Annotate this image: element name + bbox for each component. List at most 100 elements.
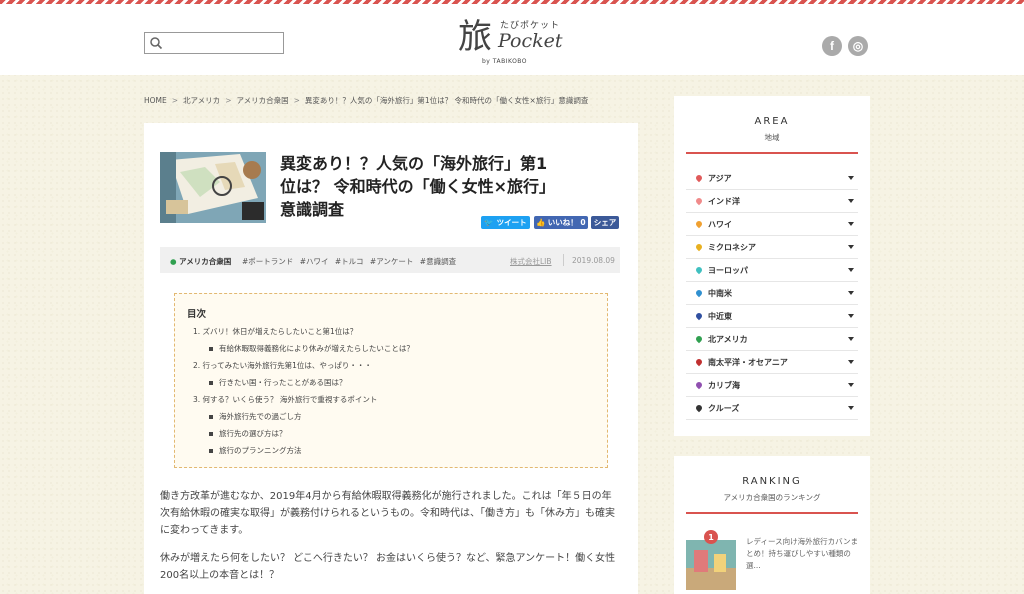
- tag-link[interactable]: #トルコ: [335, 257, 364, 266]
- meta-area[interactable]: ● アメリカ合衆国: [170, 256, 231, 267]
- bullet-icon: [209, 347, 213, 351]
- toc-item[interactable]: 1. ズバリ！休日が増えたらしたいこと第1位は？: [193, 326, 357, 337]
- map-pin-icon: ●: [170, 257, 177, 266]
- area-item-label: 中南米: [708, 289, 732, 298]
- facebook-icon[interactable]: f: [822, 36, 842, 56]
- area-item[interactable]: 北アメリカ: [686, 328, 858, 351]
- area-item[interactable]: クルーズ: [686, 397, 858, 420]
- bullet-icon: [209, 381, 213, 385]
- area-item[interactable]: インド洋: [686, 190, 858, 213]
- article-title: 異変あり！？人気の「海外旅行」第1 位は？ 令和時代の「働く女性×旅行」 意識調…: [280, 152, 620, 221]
- toc-item[interactable]: 3. 何する？いくら使う？ 海外旅行で重視するポイント: [193, 394, 377, 405]
- chevron-down-icon[interactable]: [848, 222, 854, 226]
- area-item[interactable]: 南太平洋・オセアニア: [686, 351, 858, 374]
- area-item-label: クルーズ: [708, 404, 740, 413]
- toc-subitem[interactable]: 旅行先の選び方は？: [209, 428, 287, 439]
- twitter-icon: 🐦: [484, 218, 494, 227]
- area-item[interactable]: カリブ海: [686, 374, 858, 397]
- meta-tags: #ポートランド #ハワイ #トルコ #アンケート #意識調査: [242, 256, 460, 267]
- chevron-down-icon[interactable]: [848, 176, 854, 180]
- breadcrumb-home[interactable]: HOME: [144, 96, 167, 105]
- map-pin-icon: [694, 311, 704, 321]
- breadcrumb-current: 異変あり！？人気の「海外旅行」第1位は？ 令和時代の「働く女性×旅行」意識調査: [304, 96, 589, 105]
- map-pin-icon: [694, 242, 704, 252]
- toc-item-label: 海外旅行先での過ごし方: [219, 412, 302, 421]
- chevron-down-icon[interactable]: [848, 360, 854, 364]
- area-item[interactable]: 中近東: [686, 305, 858, 328]
- title-line: 位は？ 令和時代の「働く女性×旅行」: [280, 177, 555, 196]
- area-item[interactable]: ミクロネシア: [686, 236, 858, 259]
- share-button[interactable]: シェア: [591, 216, 619, 229]
- article-thumbnail[interactable]: [160, 152, 266, 223]
- toc-subitem[interactable]: 行きたい国・行ったことがある国は？: [209, 377, 347, 388]
- toc-item-label: 3. 何する？いくら使う？ 海外旅行で重視するポイント: [193, 395, 378, 404]
- body-paragraph: 休みが増えたら何をしたい？ どこへ行きたい？ お金はいくら使う？など、緊急アンケ…: [160, 553, 616, 581]
- tag-link[interactable]: #ハワイ: [300, 257, 329, 266]
- ranking-photo-image: [686, 540, 736, 590]
- chevron-down-icon[interactable]: [848, 314, 854, 318]
- search-box[interactable]: [144, 32, 284, 54]
- sidebar-ranking-widget: RANKING アメリカ合衆国のランキング 1 レディース向け海外旅行カバンまと…: [674, 456, 870, 594]
- breadcrumb-usa[interactable]: アメリカ合衆国: [236, 96, 288, 105]
- site-header: 旅 たびポケット Pocket by TABIKOBO f ◎: [0, 4, 1024, 75]
- tweet-button[interactable]: 🐦 ツイート: [481, 216, 530, 229]
- bullet-icon: [209, 415, 213, 419]
- tag-link[interactable]: #アンケート: [370, 257, 413, 266]
- meta-date: 2019.08.09: [572, 256, 615, 265]
- table-of-contents: 目次 1. ズバリ！休日が増えたらしたいこと第1位は？ 有給休暇取得義務化により…: [174, 293, 608, 468]
- ranking-badge: 1: [704, 530, 718, 544]
- ranking-item-title[interactable]: レディース向け海外旅行カバンまとめ！持ち運びしやすい種類の選...: [746, 536, 862, 572]
- tag-link[interactable]: #ポートランド: [242, 257, 293, 266]
- area-heading-underline: [686, 152, 858, 154]
- search-input[interactable]: [165, 35, 279, 51]
- chevron-down-icon[interactable]: [848, 383, 854, 387]
- breadcrumb-north-america[interactable]: 北アメリカ: [183, 96, 220, 105]
- chevron-down-icon[interactable]: [848, 199, 854, 203]
- map-pin-icon: [694, 334, 704, 344]
- bullet-icon: [209, 449, 213, 453]
- toc-item-label: 行きたい国・行ったことがある国は？: [219, 378, 347, 387]
- map-pin-icon: [694, 288, 704, 298]
- title-line: 意識調査: [280, 200, 345, 219]
- article-meta-bar: ● アメリカ合衆国 #ポートランド #ハワイ #トルコ #アンケート #意識調査…: [160, 247, 620, 273]
- map-pin-icon: [694, 380, 704, 390]
- ranking-thumbnail[interactable]: [686, 540, 736, 590]
- site-logo[interactable]: 旅 たびポケット Pocket by TABIKOBO: [452, 16, 563, 70]
- ranking-heading: RANKING: [742, 476, 802, 487]
- toc-subitem[interactable]: 有給休暇取得義務化により休みが増えたらしたいことは？: [209, 343, 414, 354]
- toc-item[interactable]: 2. 行ってみたい海外旅行先第1位は、やっぱり・・・: [193, 360, 372, 371]
- toc-subitem[interactable]: 海外旅行先での過ごし方: [209, 411, 302, 422]
- chevron-down-icon[interactable]: [848, 268, 854, 272]
- area-subheading: 地域: [764, 133, 780, 142]
- area-heading: AREA: [754, 116, 790, 127]
- chevron-down-icon[interactable]: [848, 291, 854, 295]
- area-item-label: カリブ海: [708, 381, 740, 390]
- bullet-icon: [209, 432, 213, 436]
- toc-subitem[interactable]: 旅行のプランニング方法: [209, 445, 302, 456]
- area-item-label: ミクロネシア: [708, 243, 756, 252]
- instagram-icon[interactable]: ◎: [848, 36, 868, 56]
- area-item[interactable]: ハワイ: [686, 213, 858, 236]
- area-item[interactable]: アジア: [686, 167, 858, 190]
- area-item-label: 南太平洋・オセアニア: [708, 358, 788, 367]
- toc-item-label: 2. 行ってみたい海外旅行先第1位は、やっぱり・・・: [193, 361, 372, 370]
- breadcrumb: HOME > 北アメリカ > アメリカ合衆国 > 異変あり！？人気の「海外旅行」第1位は？ …: [144, 95, 588, 106]
- toc-title: 目次: [187, 309, 207, 320]
- area-item[interactable]: 中南米: [686, 282, 858, 305]
- breadcrumb-separator: >: [225, 96, 232, 105]
- logo-name: Pocket: [498, 30, 563, 52]
- tag-link[interactable]: #意識調査: [420, 257, 456, 266]
- chevron-down-icon[interactable]: [848, 245, 854, 249]
- toc-item-label: 1. ズバリ！休日が増えたらしたいこと第1位は？: [193, 327, 358, 336]
- ranking-subheading: アメリカ合衆国のランキング: [723, 493, 821, 502]
- toc-item-label: 旅行のプランニング方法: [219, 446, 302, 455]
- search-icon: [150, 37, 163, 50]
- sidebar-area-widget: AREA 地域 アジア インド洋 ハワイミクロネシアヨーロッパ中南米中近東北アメリカ…: [674, 96, 870, 436]
- area-item[interactable]: ヨーロッパ: [686, 259, 858, 282]
- meta-company-link[interactable]: 株式会社LIB: [510, 256, 552, 267]
- chevron-down-icon[interactable]: [848, 337, 854, 341]
- like-button[interactable]: 👍 いいね！ 0: [534, 216, 588, 229]
- area-item-label: 中近東: [708, 312, 732, 321]
- meta-area-label: アメリカ合衆国: [179, 257, 232, 266]
- chevron-down-icon[interactable]: [848, 406, 854, 410]
